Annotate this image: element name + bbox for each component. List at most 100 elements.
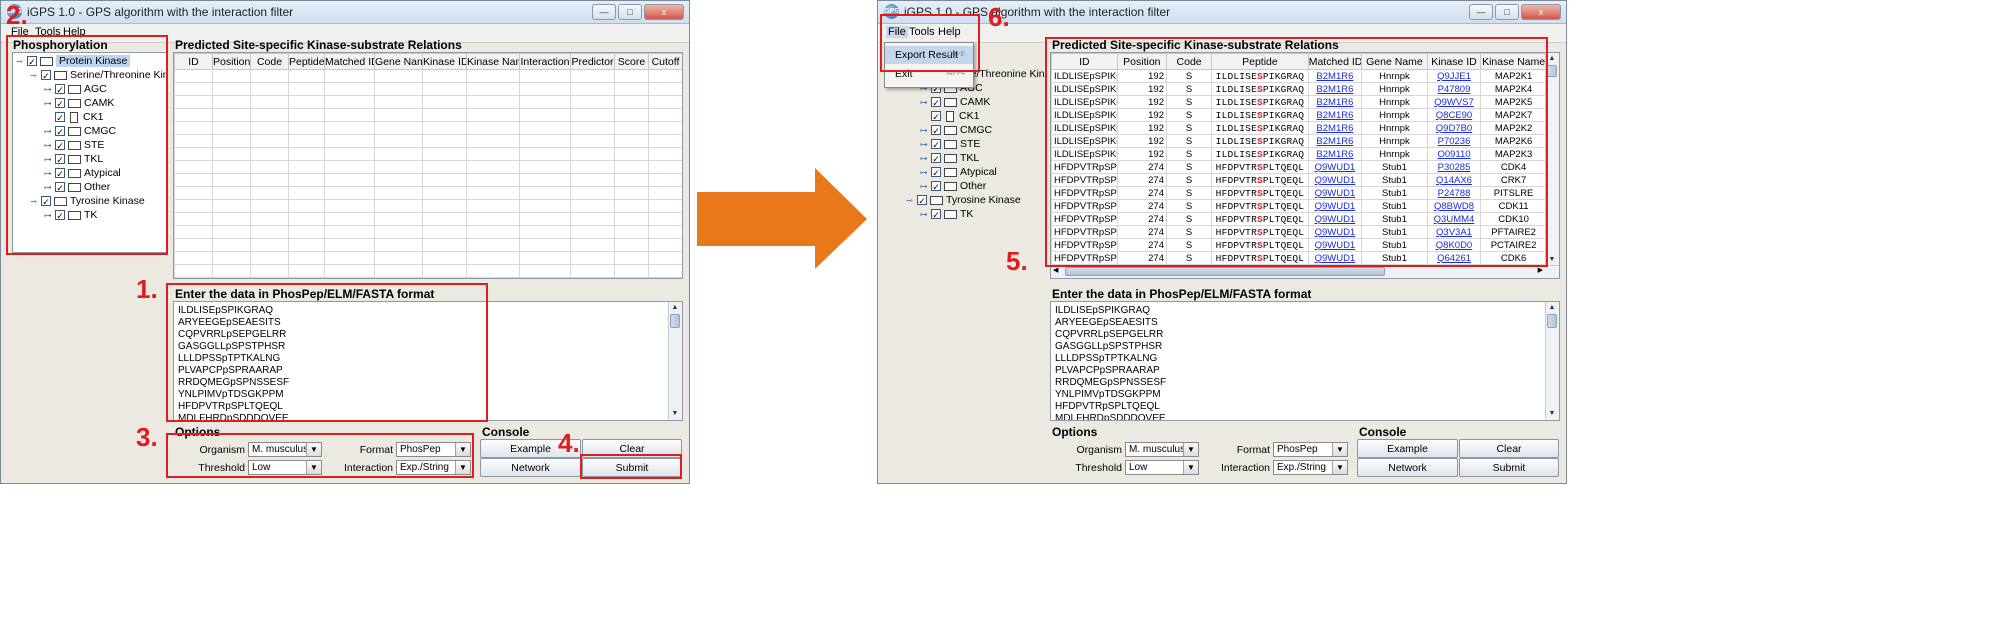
sequence-line: ILDLISEpSPIKGRAQ [1055, 305, 1151, 316]
column-header[interactable]: Cutoff [648, 53, 682, 70]
clear-button[interactable]: Clear [1459, 439, 1559, 458]
column-header[interactable]: Interaction [519, 53, 571, 70]
chevron-down-icon[interactable]: ▼ [1332, 461, 1347, 474]
options-title: Options [1052, 425, 1098, 439]
checkbox-icon[interactable]: ✓ [931, 125, 941, 136]
table-row [174, 121, 682, 135]
console-title: Console [482, 425, 530, 439]
tree-label: Tyrosine Kinase [946, 194, 1021, 206]
folder-icon [944, 139, 957, 149]
column-header[interactable]: Score [614, 53, 649, 70]
format-label: Format [1236, 444, 1270, 456]
column-header[interactable]: Peptide [288, 53, 325, 70]
network-button[interactable]: Network [1357, 458, 1458, 477]
organism-label: Organism [1076, 444, 1122, 456]
column-header[interactable]: Code [250, 53, 289, 70]
expand-icon[interactable]: ⊶ [919, 182, 928, 191]
minimize-button[interactable]: — [1469, 4, 1493, 20]
table-row [174, 108, 682, 122]
checkbox-icon[interactable]: ✓ [931, 209, 941, 220]
interaction-label: Interaction [1220, 462, 1270, 474]
maximize-button[interactable]: □ [1495, 4, 1519, 20]
checkbox-icon[interactable]: ✓ [931, 111, 941, 122]
folder-icon [944, 97, 957, 107]
expand-icon[interactable]: ⊶ [919, 98, 928, 107]
expand-icon[interactable]: ⊶ [919, 210, 928, 219]
checkbox-icon[interactable]: ✓ [931, 167, 941, 178]
checkbox-icon[interactable]: ✓ [931, 153, 941, 164]
sequence-line: MDLFHRDpSDDDQVEE [1055, 413, 1166, 421]
annotation-number: 5. [1006, 246, 1028, 276]
chevron-down-icon[interactable]: ▼ [1183, 443, 1198, 456]
checkbox-icon[interactable]: ✓ [931, 97, 941, 108]
format-select[interactable]: PhosPep ▼ [1273, 442, 1348, 457]
scroll-left-icon[interactable]: ◀ [1053, 266, 1058, 274]
table-row [174, 173, 682, 187]
window-title: iGPS 1.0 - GPS algorithm with the intera… [27, 5, 294, 19]
maximize-button[interactable]: □ [618, 4, 642, 20]
results-title: Predicted Site-specific Kinase-substrate… [175, 38, 462, 52]
expand-icon[interactable]: ⊶ [919, 126, 928, 135]
threshold-label: Threshold [1075, 462, 1122, 474]
close-button[interactable]: x [644, 4, 684, 20]
threshold-select[interactable]: Low ▼ [1125, 460, 1199, 475]
table-row [174, 264, 682, 278]
table-row [174, 199, 682, 213]
scroll-right-icon[interactable]: ▶ [1538, 266, 1543, 274]
folder-icon [930, 195, 943, 205]
column-header[interactable]: Kinase Name [466, 53, 520, 70]
column-header[interactable]: Matched ID [324, 53, 375, 70]
file-icon [946, 110, 954, 122]
expand-icon[interactable]: ⊶ [919, 154, 928, 163]
interaction-select[interactable]: Exp./String ▼ [1273, 460, 1348, 475]
annotation-box [6, 35, 168, 255]
sequence-line: PLVAPCPpSPRAARAP [1055, 365, 1160, 376]
annotation-box [880, 14, 980, 72]
submit-button[interactable]: Submit [1459, 458, 1559, 477]
column-header[interactable]: Predictor [570, 53, 615, 70]
network-button[interactable]: Network [480, 458, 581, 477]
expand-icon[interactable]: ⊸ [905, 196, 914, 205]
checkbox-icon[interactable]: ✓ [917, 195, 927, 206]
folder-icon [944, 167, 957, 177]
table-row [174, 147, 682, 161]
close-button[interactable]: x [1521, 4, 1561, 20]
column-header[interactable]: Gene Name [374, 53, 423, 70]
annotation-box [1045, 37, 1548, 267]
annotation-box [166, 283, 488, 422]
input-title: Enter the data in PhosPep/ELM/FASTA form… [1052, 287, 1312, 301]
sequence-line: HFDPVTRpSPLTQEQL [1055, 401, 1160, 412]
sequence-line: LLLDPSSpTPTKALNG [1055, 353, 1158, 364]
expand-icon[interactable]: ⊶ [919, 140, 928, 149]
table-row [174, 186, 682, 200]
folder-icon [944, 153, 957, 163]
annotation-box [166, 433, 474, 478]
folder-icon [944, 209, 957, 219]
expand-icon[interactable]: ⊶ [919, 168, 928, 177]
sequence-line: YNLPIMVpTDSGKPPM [1055, 389, 1161, 400]
chevron-down-icon[interactable]: ▼ [1183, 461, 1198, 474]
table-row [174, 277, 682, 278]
tree-label: CK1 [959, 110, 980, 122]
tree-label: CAMK [960, 96, 991, 108]
folder-icon [944, 181, 957, 191]
sequence-line: RRDQMEGpSPNSSESF [1055, 377, 1167, 388]
column-header[interactable]: Kinase ID [422, 53, 467, 70]
sequence-input[interactable]: ILDLISEpSPIKGRAQ ARYEEGEpSEAESITS CQPVRRLp… [1050, 301, 1560, 421]
sequence-line: ARYEEGEpSEAESITS [1055, 317, 1158, 328]
folder-icon [944, 125, 957, 135]
scrollbar[interactable]: ▲ ▼ [1545, 302, 1559, 420]
scrollbar[interactable]: ▲ ▼ [668, 302, 682, 420]
example-button[interactable]: Example [1357, 439, 1458, 458]
column-header[interactable]: Position [212, 53, 251, 70]
organism-select[interactable]: M. musculus ▼ [1125, 442, 1199, 457]
annotation-number: 2. [6, 0, 28, 30]
chevron-down-icon[interactable]: ▼ [1332, 443, 1347, 456]
tree-label: Other [960, 180, 987, 192]
tree-label: STE [960, 138, 981, 150]
minimize-button[interactable]: — [592, 4, 616, 20]
checkbox-icon[interactable]: ✓ [931, 139, 941, 150]
column-header[interactable]: ID [174, 53, 213, 70]
checkbox-icon[interactable]: ✓ [931, 181, 941, 192]
tree-node-tk[interactable]: ⊶ ✓ TK [919, 206, 974, 222]
